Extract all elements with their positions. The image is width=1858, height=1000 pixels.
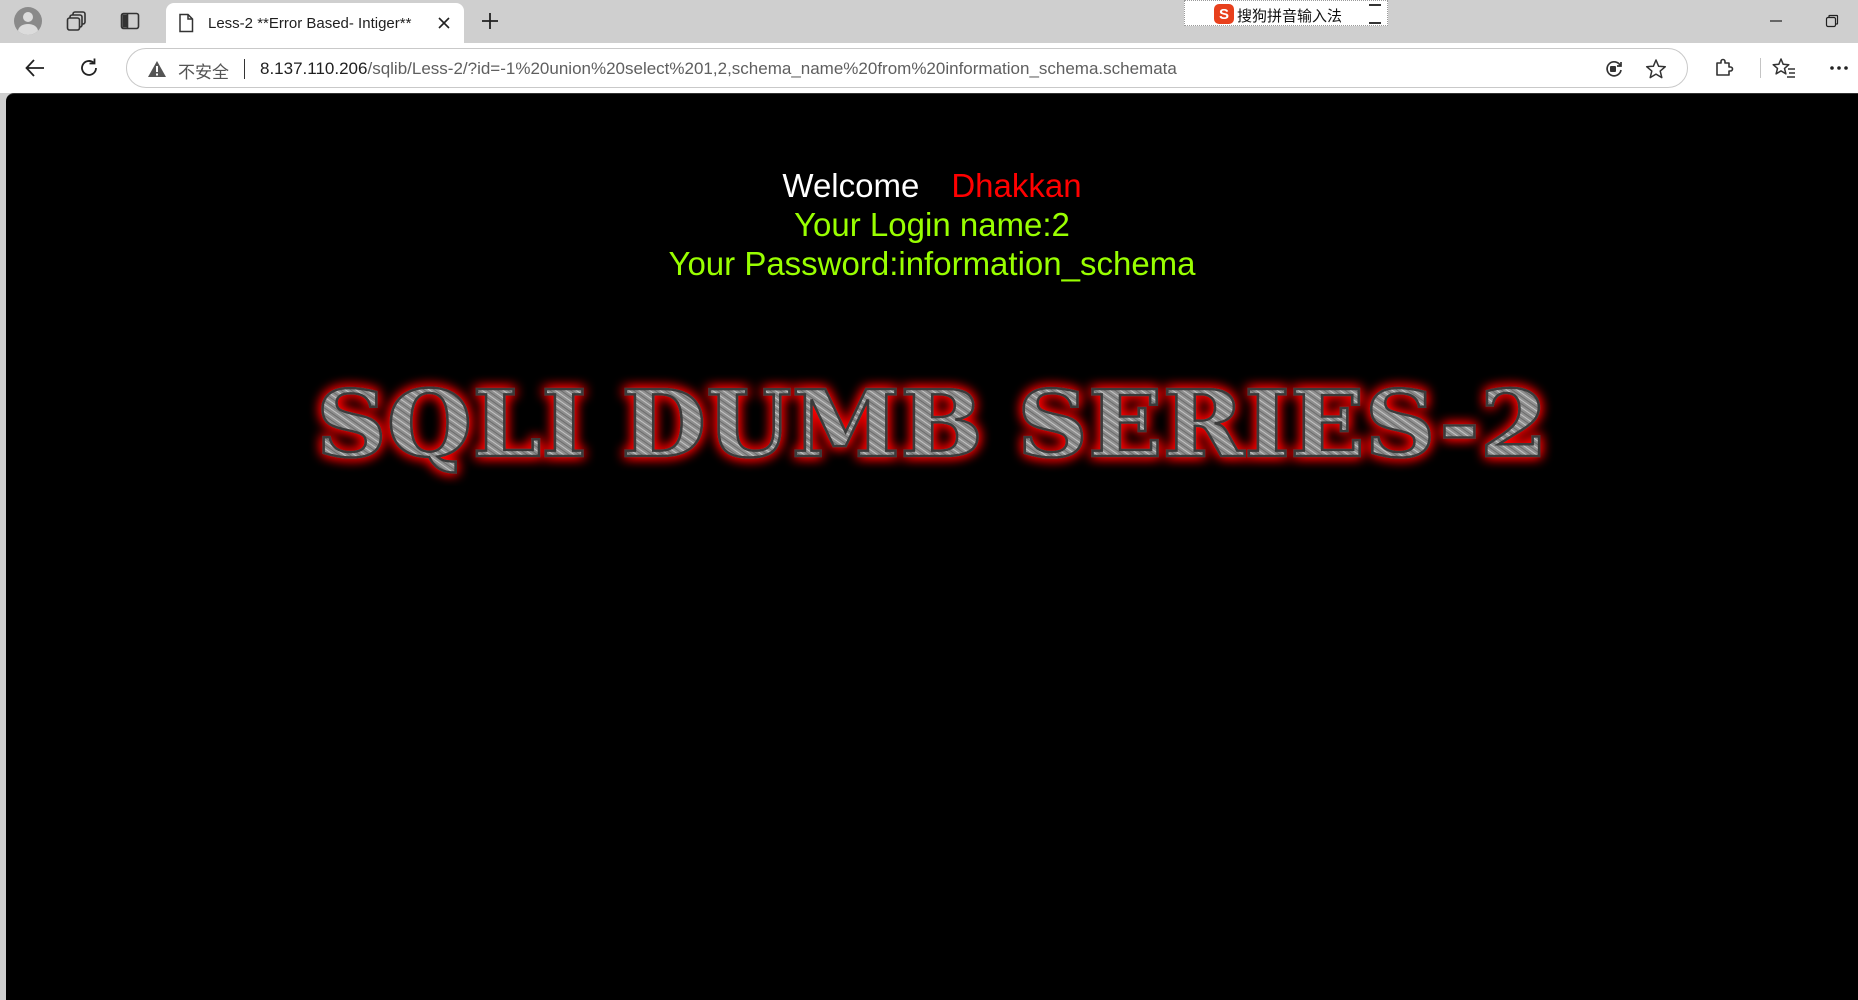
back-arrow-icon bbox=[25, 59, 44, 77]
tab-title: Less-2 **Error Based- Intiger** bbox=[208, 14, 412, 32]
url-host: 8.137.110.206 bbox=[260, 59, 368, 78]
login-name-line: Your Login name:2 bbox=[794, 206, 1070, 243]
more-menu-icon bbox=[1830, 66, 1848, 70]
warning-icon[interactable] bbox=[147, 60, 167, 78]
password-line: Your Password:information_schema bbox=[668, 245, 1196, 282]
read-aloud-button[interactable] bbox=[1601, 56, 1627, 82]
banner-text: SQLI DUMB SERIES-2 bbox=[316, 370, 1548, 478]
minimize-button[interactable] bbox=[1756, 6, 1796, 36]
restore-button[interactable] bbox=[1812, 6, 1852, 36]
page-icon bbox=[179, 13, 194, 33]
minimize-icon bbox=[1770, 20, 1782, 22]
back-button[interactable] bbox=[17, 50, 53, 86]
welcome-name: Dhakkan bbox=[951, 167, 1082, 204]
profile-button[interactable] bbox=[10, 5, 46, 37]
more-menu-button[interactable] bbox=[1821, 50, 1857, 86]
address-separator bbox=[244, 59, 245, 79]
profile-avatar-icon bbox=[14, 7, 42, 35]
url-text[interactable]: 8.137.110.206/sqlib/Less-2/?id=-1%20unio… bbox=[260, 59, 1177, 79]
toolbar-divider bbox=[1760, 58, 1761, 78]
ime-toolbar[interactable]: S 搜狗拼音输入法 bbox=[1184, 0, 1388, 26]
refresh-button[interactable] bbox=[71, 50, 107, 86]
restore-icon bbox=[1825, 14, 1839, 28]
favorites-icon bbox=[1772, 58, 1795, 78]
read-aloud-icon bbox=[1606, 60, 1622, 77]
sqli-banner-image: SQLI DUMB SERIES-2 bbox=[315, 369, 1550, 480]
ime-expand-icon[interactable] bbox=[1369, 4, 1381, 24]
ime-label: 搜狗拼音输入法 bbox=[1237, 7, 1343, 25]
new-tab-button[interactable] bbox=[472, 5, 508, 37]
vertical-tabs-icon bbox=[120, 12, 140, 30]
active-tab[interactable]: Less-2 **Error Based- Intiger** bbox=[166, 3, 464, 43]
extensions-button[interactable] bbox=[1706, 50, 1742, 86]
favorite-star-icon bbox=[1645, 59, 1667, 79]
browser-toolbar: 不安全 8.137.110.206/sqlib/Less-2/?id=-1%20… bbox=[0, 43, 1858, 93]
new-tab-icon bbox=[482, 13, 498, 29]
welcome-text: Welcome bbox=[782, 167, 920, 204]
vertical-tabs-button[interactable] bbox=[112, 5, 148, 37]
tab-strip: Less-2 **Error Based- Intiger** S 搜狗拼音输入… bbox=[0, 0, 1858, 43]
close-icon bbox=[438, 17, 450, 29]
page-content: Welcome Dhakkan Your Login name:2 Your Pa… bbox=[6, 93, 1858, 1000]
security-label[interactable]: 不安全 bbox=[178, 58, 229, 83]
workspaces-button[interactable] bbox=[59, 5, 95, 37]
refresh-icon bbox=[81, 58, 97, 76]
favorites-button[interactable] bbox=[1766, 50, 1802, 86]
close-tab-button[interactable] bbox=[434, 13, 454, 33]
add-favorite-button[interactable] bbox=[1643, 56, 1669, 82]
url-path: /sqlib/Less-2/?id=-1%20union%20select%20… bbox=[367, 59, 1177, 78]
welcome-line: Welcome Dhakkan bbox=[6, 167, 1858, 205]
address-bar[interactable]: 不安全 8.137.110.206/sqlib/Less-2/?id=-1%20… bbox=[126, 48, 1688, 88]
ime-logo: S bbox=[1214, 4, 1234, 24]
workspaces-icon bbox=[66, 11, 86, 31]
extensions-icon bbox=[1716, 58, 1734, 76]
